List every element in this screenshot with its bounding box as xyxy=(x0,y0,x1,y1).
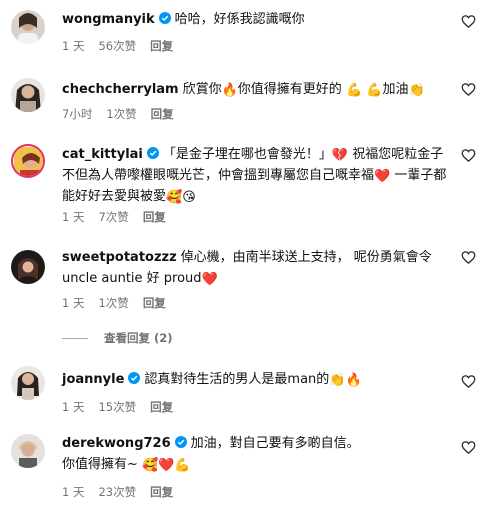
comment-line: 加油 xyxy=(382,82,409,97)
username[interactable]: derekwong726 xyxy=(62,436,171,451)
reply-button[interactable]: 回复 xyxy=(143,296,166,310)
comment-line: 祝福您呢粒金子 xyxy=(352,147,444,162)
timestamp: 1 天 xyxy=(62,400,85,414)
view-replies-button[interactable]: 查看回复 (2) xyxy=(62,330,173,346)
red-heart-emoji: ❤️ xyxy=(201,272,218,287)
red-heart-emoji: ❤️ xyxy=(158,458,175,473)
like-count[interactable]: 23次赞 xyxy=(98,485,136,499)
like-count[interactable]: 56次赞 xyxy=(98,39,136,53)
username[interactable]: cat_kittylai xyxy=(62,147,143,162)
reply-button[interactable]: 回复 xyxy=(150,485,173,499)
heart-icon[interactable] xyxy=(461,14,476,29)
muscle-emoji: 💪 xyxy=(345,83,363,98)
clap-emoji: 👏 xyxy=(408,83,425,98)
reply-button[interactable]: 回复 xyxy=(150,400,173,414)
username[interactable]: chechcherrylam xyxy=(62,82,179,97)
comment-line: 不但為人帶嚟權眼嘅光芒，仲會搵到專屬您自己嘅幸福 xyxy=(62,168,375,183)
fire-emoji: 🔥 xyxy=(345,373,362,388)
reply-button[interactable]: 回复 xyxy=(143,210,166,224)
comment-line: 「是金子埋在哪也會發光！」 xyxy=(162,147,332,162)
heart-icon[interactable] xyxy=(461,250,476,265)
avatar[interactable] xyxy=(11,10,45,44)
like-count[interactable]: 15次赞 xyxy=(98,400,136,414)
comment-text: joannyle 認真對待生活的男人是最man的👏🔥 xyxy=(62,369,453,390)
fire-emoji: 🔥 xyxy=(221,83,238,98)
verified-icon xyxy=(158,12,171,24)
comment-line: uncle auntie 好 proud xyxy=(62,271,202,286)
avatar[interactable] xyxy=(11,78,45,112)
like-count[interactable]: 1次赞 xyxy=(98,296,128,310)
heart-icon[interactable] xyxy=(461,82,476,97)
broken-heart-emoji: 💔 xyxy=(331,148,349,163)
comment-line: 欣賞你 xyxy=(182,82,222,97)
comment-text: sweetpotatozzz 倬心機，由南半球送上支持， 呢份勇氣會令 uncle … xyxy=(62,247,453,289)
verified-icon xyxy=(146,147,159,159)
kiss-emoji: 😘 xyxy=(182,190,196,205)
avatar[interactable] xyxy=(11,144,45,178)
timestamp: 1 天 xyxy=(62,485,85,499)
like-count[interactable]: 7次赞 xyxy=(98,210,128,224)
reply-button[interactable]: 回复 xyxy=(150,39,173,53)
muscle-emoji: 💪 xyxy=(174,458,191,473)
comment-line: 你值得擁有~ xyxy=(62,457,138,472)
comment-line: 哈哈，好係我認識嘅你 xyxy=(174,12,305,27)
view-replies-label: 查看回复 (2) xyxy=(104,331,173,345)
timestamp: 1 天 xyxy=(62,210,85,224)
comment-line: 一輩 xyxy=(394,168,421,183)
comment-line: 倬心機，由南半球送上支持， 呢份勇氣會令 xyxy=(180,250,432,265)
comment-text: chechcherrylam 欣賞你🔥你值得擁有更好的 💪 💪加油👏 xyxy=(62,79,453,100)
divider-line xyxy=(62,337,88,339)
timestamp: 1 天 xyxy=(62,39,85,53)
timestamp: 1 天 xyxy=(62,296,85,310)
timestamp: 7小时 xyxy=(62,107,93,121)
username[interactable]: wongmanyik xyxy=(62,12,155,27)
comment-line: 你值得擁有更好的 xyxy=(237,82,342,97)
like-count[interactable]: 1次赞 xyxy=(106,107,136,121)
comment-text: derekwong726 加油，對自己要有多啲自信。你值得擁有~ 🥰❤️💪 xyxy=(62,433,453,475)
avatar[interactable] xyxy=(11,250,45,284)
verified-icon xyxy=(174,436,187,448)
muscle-emoji: 💪 xyxy=(366,83,383,98)
comment-text: cat_kittylai 「是金子埋在哪也會發光！」💔 祝福您呢粒金子不但為人帶嚟… xyxy=(62,144,453,207)
verified-icon xyxy=(128,372,141,384)
comment-text: wongmanyik 哈哈，好係我認識嘅你 xyxy=(62,9,453,30)
avatar[interactable] xyxy=(11,434,45,468)
comment-line: 認真對待生活的男人是最man的 xyxy=(144,372,330,387)
reply-button[interactable]: 回复 xyxy=(151,107,174,121)
heart-icon[interactable] xyxy=(461,440,476,455)
avatar[interactable] xyxy=(11,366,45,400)
heart-icon[interactable] xyxy=(461,148,476,163)
heart-icon[interactable] xyxy=(461,374,476,389)
smiling-hearts-emoji: 🥰 xyxy=(142,458,159,473)
red-heart-emoji: ❤️ xyxy=(374,169,391,184)
comment-line: 加油，對自己要有多啲自信。 xyxy=(190,436,360,451)
username[interactable]: sweetpotatozzz xyxy=(62,250,177,265)
clap-emoji: 👏 xyxy=(329,373,346,388)
smiling-hearts-emoji: 🥰 xyxy=(166,190,183,205)
username[interactable]: joannyle xyxy=(62,372,124,387)
